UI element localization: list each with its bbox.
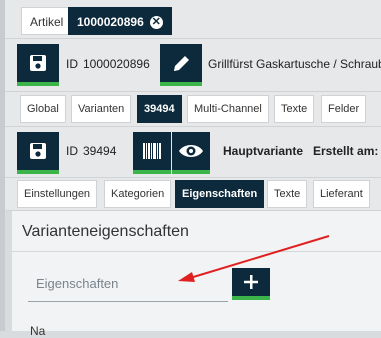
annotation-arrow — [178, 235, 330, 282]
